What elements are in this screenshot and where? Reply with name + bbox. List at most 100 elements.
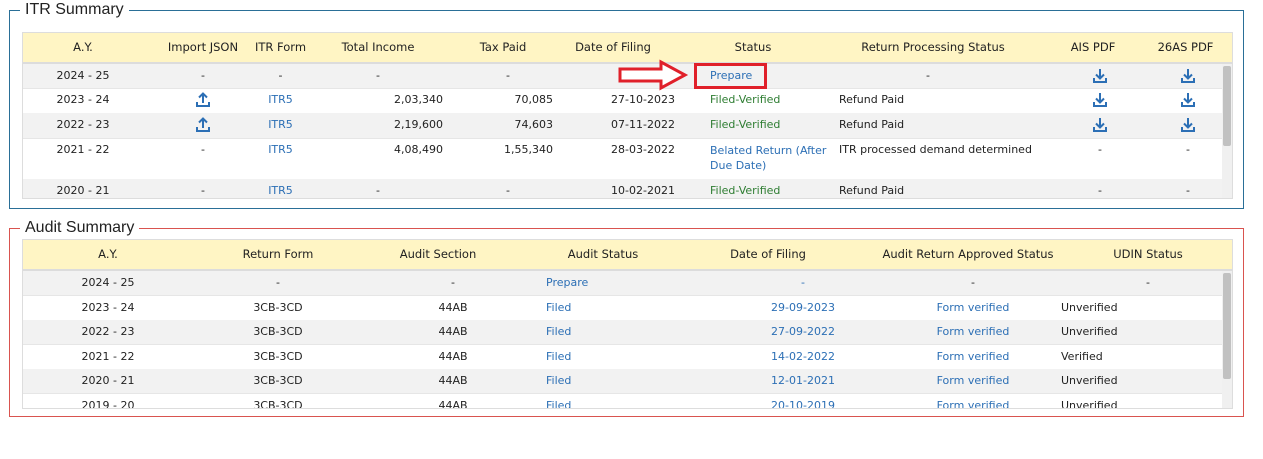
audit-return-approved-status-cell[interactable]: Form verified <box>883 345 1063 369</box>
audit-row-2023-24: 2023 - 24 3CB-3CD 44AB Filed 29-09-2023 Form … <box>23 296 1222 321</box>
return-form-cell: 3CB-3CD <box>253 349 303 363</box>
audit-status-cell[interactable]: Filed <box>546 296 646 320</box>
column-header-return-form: Return Form <box>242 247 314 261</box>
upload-icon[interactable] <box>195 92 211 108</box>
itr-summary-title: ITR Summary <box>20 0 129 20</box>
26as-pdf-cell: - <box>1186 143 1190 156</box>
date-of-filing-cell: 07-11-2022 <box>611 118 675 131</box>
audit-status-cell[interactable]: Filed <box>546 345 646 369</box>
ay-cell: 2023 - 24 <box>81 300 135 314</box>
itr-form-cell[interactable]: ITR5 <box>243 138 318 162</box>
audit-section-cell: 44AB <box>438 325 468 338</box>
upload-icon[interactable] <box>195 117 211 133</box>
audit-table-body: 2024 - 25 - - Prepare - - - 2023 - 24 3CB-3CD 44A… <box>23 271 1222 408</box>
date-of-filing-cell: - <box>801 276 805 289</box>
ay-cell: 2023 - 24 <box>56 93 110 106</box>
ais-pdf-cell[interactable] <box>1060 88 1140 113</box>
itr-row-2021-22: 2021 - 22 - ITR5 4,08,490 1,55,340 28-03-2022… <box>23 138 1222 180</box>
audit-status-cell[interactable]: Filed <box>546 394 646 409</box>
ay-cell: 2021 - 22 <box>56 143 110 156</box>
column-header-status: Status <box>734 40 772 54</box>
column-header-audit-return-approved-status: Audit Return Approved Status <box>882 247 1054 261</box>
itr-form-cell[interactable]: ITR5 <box>243 179 318 198</box>
ay-cell: 2021 - 22 <box>81 349 135 363</box>
audit-row-2024-25: 2024 - 25 - - Prepare - - - <box>23 271 1222 296</box>
return-processing-status-cell: Refund Paid <box>839 118 905 131</box>
total-income-cell: - <box>376 69 380 82</box>
audit-section-cell: 44AB <box>438 300 468 314</box>
ay-cell: 2020 - 21 <box>56 184 110 197</box>
return-processing-status-cell: - <box>926 69 930 82</box>
audit-row-2020-21: 2020 - 21 3CB-3CD 44AB Filed 12-01-2021 Form … <box>23 369 1222 394</box>
status-line[interactable]: Belated Return (After <box>710 143 840 158</box>
audit-return-approved-status-cell: - <box>971 276 975 289</box>
itr-form-cell[interactable]: ITR5 <box>243 88 318 112</box>
audit-status-cell[interactable]: Filed <box>546 320 646 344</box>
audit-summary-title: Audit Summary <box>20 218 140 238</box>
column-header-total-income: Total Income <box>341 40 415 54</box>
date-of-filing-cell: 28-03-2022 <box>611 143 675 156</box>
date-of-filing-cell[interactable]: 14-02-2022 <box>733 345 873 369</box>
itr-scrollbar-thumb[interactable] <box>1223 66 1231 146</box>
ay-cell: 2022 - 23 <box>81 325 135 338</box>
return-form-cell: 3CB-3CD <box>253 374 303 387</box>
status-cell[interactable]: Filed-Verified <box>710 113 840 137</box>
audit-status-cell[interactable]: Prepare <box>546 271 646 295</box>
return-processing-status-cell: ITR processed demand determined <box>839 143 1032 156</box>
itr-form-cell[interactable]: ITR5 <box>243 113 318 137</box>
ay-cell: 2019 - 20 <box>81 398 135 409</box>
total-income-cell: 2,19,600 <box>394 118 443 131</box>
audit-return-approved-status-cell[interactable]: Form verified <box>883 394 1063 409</box>
udin-status-cell: Verified <box>1061 349 1103 363</box>
audit-row-2022-23: 2022 - 23 3CB-3CD 44AB Filed 27-09-2022 Form … <box>23 320 1222 345</box>
26as-pdf-cell[interactable] <box>1143 64 1222 89</box>
ais-pdf-cell: - <box>1098 143 1102 156</box>
download-icon[interactable] <box>1092 92 1108 108</box>
download-icon[interactable] <box>1180 117 1196 133</box>
audit-return-approved-status-cell[interactable]: Form verified <box>883 369 1063 393</box>
audit-status-cell[interactable]: Filed <box>546 369 646 393</box>
download-icon[interactable] <box>1092 117 1108 133</box>
date-of-filing-cell[interactable]: 27-09-2022 <box>733 320 873 344</box>
date-of-filing-cell[interactable]: 12-01-2021 <box>733 369 873 393</box>
ais-pdf-cell[interactable] <box>1060 64 1140 89</box>
date-of-filing-cell[interactable]: 20-10-2019 <box>733 394 873 409</box>
26as-pdf-cell[interactable] <box>1143 88 1222 113</box>
date-of-filing-cell: 27-10-2023 <box>611 93 675 106</box>
download-icon[interactable] <box>1180 92 1196 108</box>
column-header-udin-status: UDIN Status <box>1113 247 1183 261</box>
column-header-ay: A.Y. <box>73 40 93 54</box>
udin-status-cell: Unverified <box>1061 374 1118 387</box>
tax-paid-cell: - <box>506 184 510 197</box>
column-header-return-processing-status: Return Processing Status <box>861 40 1005 54</box>
audit-scrollbar[interactable] <box>1222 271 1232 408</box>
download-icon[interactable] <box>1180 68 1196 84</box>
audit-return-approved-status-cell[interactable]: Form verified <box>883 296 1063 320</box>
itr-form-cell: - <box>278 69 283 82</box>
column-header-ay: A.Y. <box>98 247 118 261</box>
itr-scrollbar[interactable] <box>1222 64 1232 198</box>
return-form-cell: - <box>276 276 280 289</box>
column-header-audit-status: Audit Status <box>567 247 639 261</box>
return-processing-status-cell: Refund Paid <box>839 184 905 197</box>
itr-summary-table: A.Y. Import JSON ITR Form Total Income Tax P… <box>22 32 1233 199</box>
audit-section-cell: 44AB <box>438 374 468 387</box>
download-icon[interactable] <box>1092 68 1108 84</box>
itr-row-2023-24: 2023 - 24 ITR5 2,03,340 70,085 27-10-2023 Fil… <box>23 88 1222 114</box>
ay-cell: 2022 - 23 <box>56 118 110 131</box>
audit-summary-table: A.Y. Return Form Audit Section Audit Status… <box>22 239 1233 409</box>
date-of-filing-cell[interactable]: 29-09-2023 <box>733 296 873 320</box>
audit-scrollbar-thumb[interactable] <box>1223 273 1231 379</box>
26as-pdf-cell[interactable] <box>1143 113 1222 138</box>
audit-row-2019-20: 2019 - 20 3CB-3CD 44AB Filed 20-10-2019 Form … <box>23 394 1222 409</box>
status-line[interactable]: Due Date) <box>710 158 840 173</box>
column-header-date-of-filing: Date of Filing <box>730 247 806 261</box>
total-income-cell: - <box>376 184 380 197</box>
status-cell[interactable]: Belated Return (After Due Date) <box>710 143 840 173</box>
ais-pdf-cell[interactable] <box>1060 113 1140 138</box>
status-cell[interactable]: Filed-Verified <box>710 88 840 112</box>
tax-paid-cell: - <box>506 69 510 82</box>
itr-summary-panel: ITR Summary A.Y. Import JSON ITR Form Total… <box>9 0 1244 209</box>
status-cell[interactable]: Filed-Verified <box>710 179 840 198</box>
audit-return-approved-status-cell[interactable]: Form verified <box>883 320 1063 344</box>
